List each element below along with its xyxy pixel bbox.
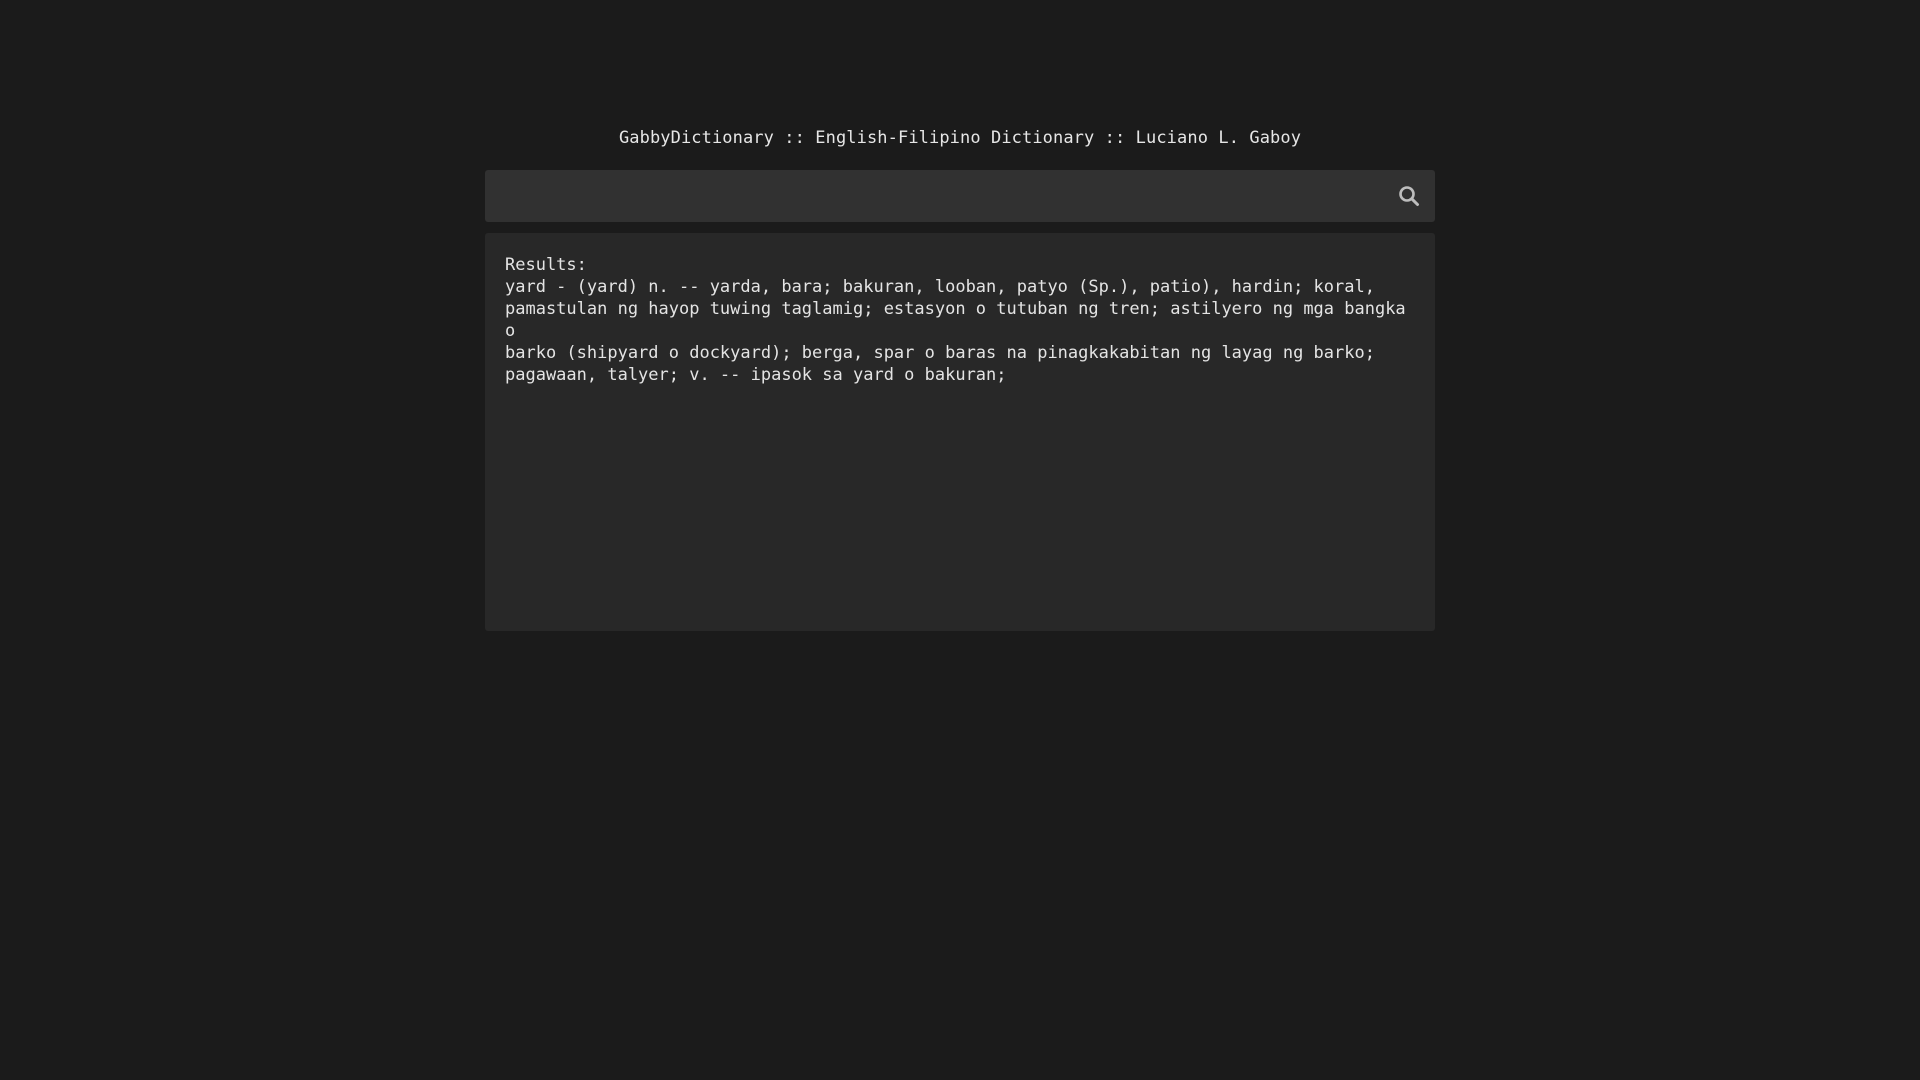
results-line: barko (shipyard o dockyard); berga, spar… (505, 343, 1375, 363)
search-bar (485, 170, 1435, 222)
search-icon (1399, 186, 1419, 206)
results-heading: Results: (505, 255, 587, 275)
search-input[interactable] (485, 170, 1375, 222)
results-panel: Results: yard - (yard) n. -- yarda, bara… (485, 233, 1435, 631)
results-line: pagawaan, talyer; v. -- ipasok sa yard o… (505, 365, 1007, 385)
search-button[interactable] (1393, 180, 1425, 212)
results-line: pamastulan ng hayop tuwing taglamig; est… (505, 299, 1416, 341)
page-title: GabbyDictionary :: English-Filipino Dict… (618, 128, 1302, 148)
results-line: yard - (yard) n. -- yarda, bara; bakuran… (505, 277, 1375, 297)
